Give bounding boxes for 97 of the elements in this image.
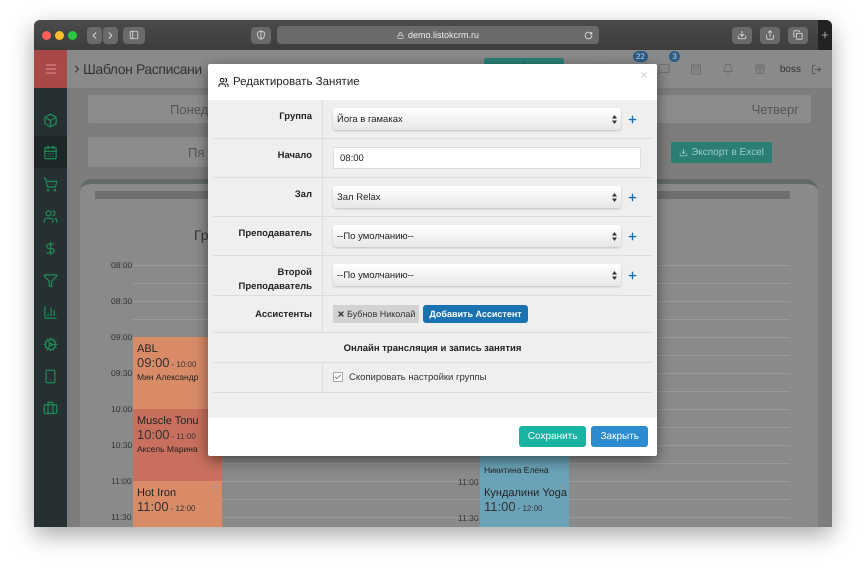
add-icon[interactable] — [627, 270, 638, 281]
event-end-time: - 12:00 — [518, 504, 542, 513]
cart-icon[interactable] — [43, 176, 58, 192]
time-label: 08:30 — [110, 296, 133, 308]
field-label: Преподаватель — [213, 217, 323, 255]
menu-button[interactable] — [34, 50, 67, 88]
select-field[interactable]: --По умолчанию-- — [333, 264, 621, 286]
event-start-time: 10:00 — [137, 427, 170, 442]
time-label: 09:30 — [110, 368, 133, 380]
dialog-title: Редактировать Занятие — [233, 76, 360, 88]
new-tab-button[interactable] — [818, 20, 832, 50]
sort-arrows-icon — [612, 232, 617, 240]
event-title: Кундалини Yoga — [484, 487, 568, 499]
sidebar-toggle-button[interactable] — [123, 26, 145, 44]
minimize-window-icon[interactable] — [55, 30, 64, 40]
time-label: 10:30 — [110, 440, 133, 452]
field-label: Группа — [213, 100, 323, 138]
share-button[interactable] — [760, 26, 780, 44]
lock-icon — [396, 32, 404, 38]
address-bar[interactable]: demo.listokcrm.ru — [277, 26, 599, 44]
briefcase-icon[interactable] — [43, 400, 58, 416]
event-title: Muscle Tonu — [137, 415, 199, 427]
sidebar-icon — [129, 30, 139, 40]
field-label: Зал — [213, 178, 323, 216]
add-icon[interactable] — [627, 114, 638, 124]
event-teacher: Аксель Марина — [137, 444, 198, 454]
users-icon — [218, 76, 229, 88]
sort-arrows-icon — [612, 114, 617, 124]
share-icon — [765, 30, 775, 40]
users-icon[interactable] — [43, 208, 58, 224]
select-field[interactable]: Зал Relax — [333, 186, 621, 208]
menu-icon — [44, 62, 58, 76]
event-end-time: - 12:00 — [170, 504, 196, 513]
back-button[interactable] — [87, 26, 102, 44]
event-title: ABL — [137, 343, 158, 355]
gears-icon[interactable] — [43, 336, 58, 352]
event-start-time: 11:00 — [484, 499, 516, 514]
event-block[interactable]: Кундалини Yoga 11:00- 12:00 — [480, 481, 569, 527]
field-label: Ассистенты — [213, 296, 323, 332]
checkbox-label: Скопировать настройки группы — [349, 372, 486, 382]
cube-icon[interactable] — [43, 112, 58, 128]
download-button[interactable] — [732, 26, 752, 44]
shield-button[interactable] — [251, 26, 271, 44]
zoom-window-icon[interactable] — [68, 30, 77, 40]
tabs-button[interactable] — [788, 26, 808, 44]
reload-icon[interactable] — [584, 30, 593, 40]
check-icon — [334, 373, 342, 381]
download-icon — [679, 148, 688, 156]
time-label: 11:00 — [110, 476, 133, 488]
shield-icon — [256, 30, 266, 40]
sort-arrows-icon — [612, 192, 617, 202]
dollar-icon[interactable] — [43, 240, 58, 256]
filter-icon[interactable] — [43, 272, 58, 288]
field-label: Второй Преподаватель — [213, 256, 323, 294]
time-label: 11:30 — [458, 513, 479, 523]
close-button[interactable]: Закрыть — [591, 426, 648, 447]
bar-chart-icon[interactable] — [43, 304, 58, 320]
url-text: demo.listokcrm.ru — [408, 30, 479, 40]
calendar-icon[interactable] — [43, 144, 58, 160]
event-start-time: 11:00 — [137, 499, 169, 514]
user-name[interactable]: boss — [780, 64, 801, 74]
event-title: Hot Iron — [137, 487, 176, 499]
event-teacher: Никитина Елена — [484, 465, 549, 475]
event-teacher: Мин Александр — [137, 372, 198, 382]
count-badge: 22 — [632, 51, 648, 62]
remove-icon[interactable] — [337, 310, 345, 318]
count-badge: 3 — [669, 51, 680, 62]
event-end-time: - 10:00 — [172, 360, 196, 369]
select-field[interactable]: --По умолчанию-- — [333, 225, 621, 247]
time-label: 08:00 — [110, 260, 133, 272]
time-label: 10:00 — [110, 404, 133, 416]
plus-icon — [820, 30, 830, 40]
phone-icon[interactable] — [43, 368, 58, 384]
page-title: Шаблон Расписани — [83, 61, 202, 77]
time-label: 11:30 — [110, 512, 133, 524]
field-label: Начало — [213, 139, 323, 177]
schedule-title: Гр — [194, 227, 209, 243]
event-block[interactable]: Muscle Tonu 10:00- 11:00 Аксель Марина — [133, 409, 222, 481]
input-field[interactable]: 08:00 — [333, 147, 641, 169]
logout-icon[interactable] — [811, 64, 822, 74]
close-window-icon[interactable] — [42, 30, 51, 40]
event-end-time: - 11:00 — [172, 432, 196, 441]
add-assistant-button[interactable]: Добавить Ассистент — [423, 304, 528, 322]
checkbox[interactable] — [333, 372, 343, 382]
time-label: 11:00 — [458, 477, 479, 487]
tabs-icon — [793, 30, 803, 40]
assistant-chip[interactable]: Бубнов Николай — [333, 304, 420, 322]
time-label: 09:00 — [110, 332, 133, 344]
download-icon — [737, 30, 747, 40]
select-field[interactable]: Йога в гамаках — [333, 108, 621, 130]
add-icon[interactable] — [627, 230, 638, 242]
event-start-time: 09:00 — [137, 355, 170, 370]
add-icon[interactable] — [627, 192, 638, 202]
event-block[interactable]: Hot Iron 11:00- 12:00 — [133, 481, 222, 527]
sort-arrows-icon — [612, 270, 617, 280]
forward-button[interactable] — [103, 26, 118, 44]
section-title: Онлайн трансляция и запись занятия — [342, 342, 522, 356]
